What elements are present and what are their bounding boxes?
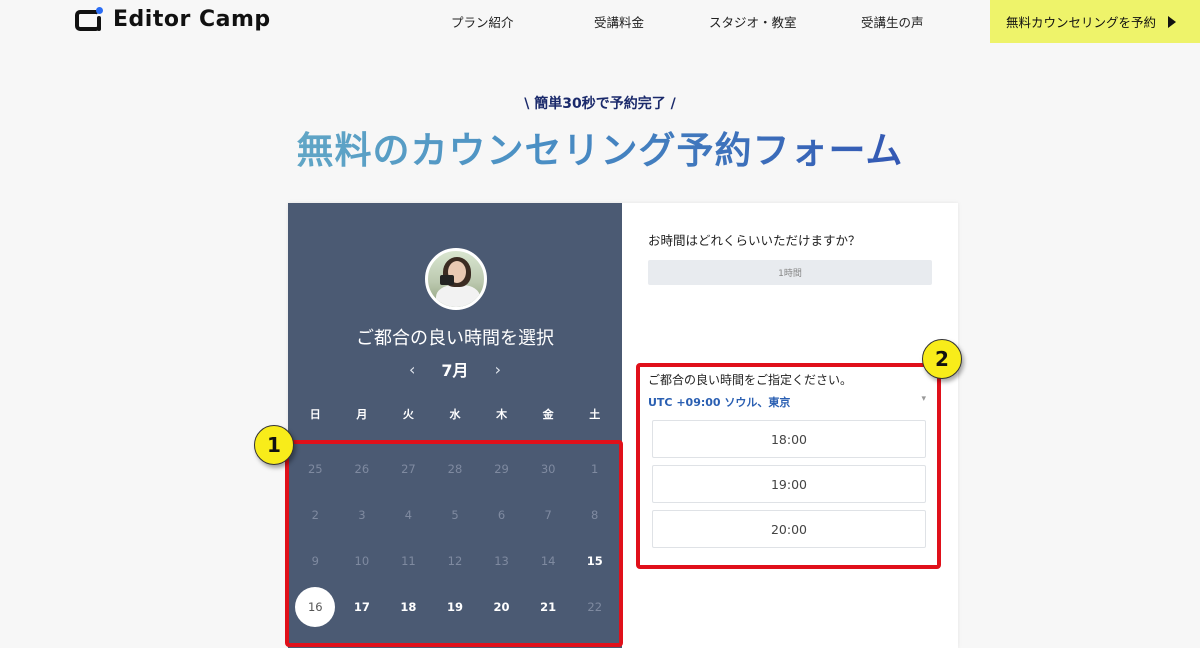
hero-subtitle: \ 簡単30秒で予約完了 / [524,96,676,112]
weekday-label: 土 [589,408,601,421]
site-header: Editor Camp プラン紹介 受講料金 スタジオ・教室 受講生の声 無料カ… [0,0,1200,43]
duration-option[interactable]: 1時間 [648,260,932,285]
month-navigation: ‹ 7月 › [288,357,622,381]
logo-mark-icon [75,7,107,32]
current-month: 7月 [441,361,469,380]
duration-question: お時間はどれくらいいただけますか？ [648,233,861,248]
weekday-label: 火 [402,408,414,421]
counseling-cta-button[interactable]: 無料カウンセリングを予約 [990,0,1200,43]
prev-month-chevron-icon[interactable]: ‹ [409,360,415,379]
camera-icon [440,275,454,285]
weekday-label: 水 [449,408,461,421]
cta-label: 無料カウンセリングを予約 [1006,15,1157,30]
highlight-box-timeslots [636,363,941,569]
annotation-badge-2: 2 [922,339,962,379]
weekday-label: 木 [496,408,508,421]
nav-studio[interactable]: スタジオ・教室 [709,12,797,31]
play-arrow-icon [1168,15,1177,28]
nav-testimonials[interactable]: 受講生の声 [861,12,924,31]
nav-pricing[interactable]: 受講料金 [594,12,644,31]
logo[interactable]: Editor Camp [75,7,271,32]
page-title: 無料のカウンセリング予約フォーム [0,120,1200,174]
counselor-avatar [425,248,487,310]
weekday-label: 日 [309,408,321,421]
annotation-badge-1: 1 [254,425,294,465]
weekday-label: 金 [542,408,554,421]
weekday-label: 月 [356,408,368,421]
weekday-header: 日月火水木金土 [288,406,622,422]
nav-plans[interactable]: プラン紹介 [451,12,514,31]
logo-text: Editor Camp [113,7,271,32]
calendar-title: ご都合の良い時間を選択 [356,328,554,349]
next-month-chevron-icon[interactable]: › [495,360,501,379]
page: Editor Camp プラン紹介 受講料金 スタジオ・教室 受講生の声 無料カ… [0,0,1200,648]
highlight-box-calendar [285,440,623,647]
